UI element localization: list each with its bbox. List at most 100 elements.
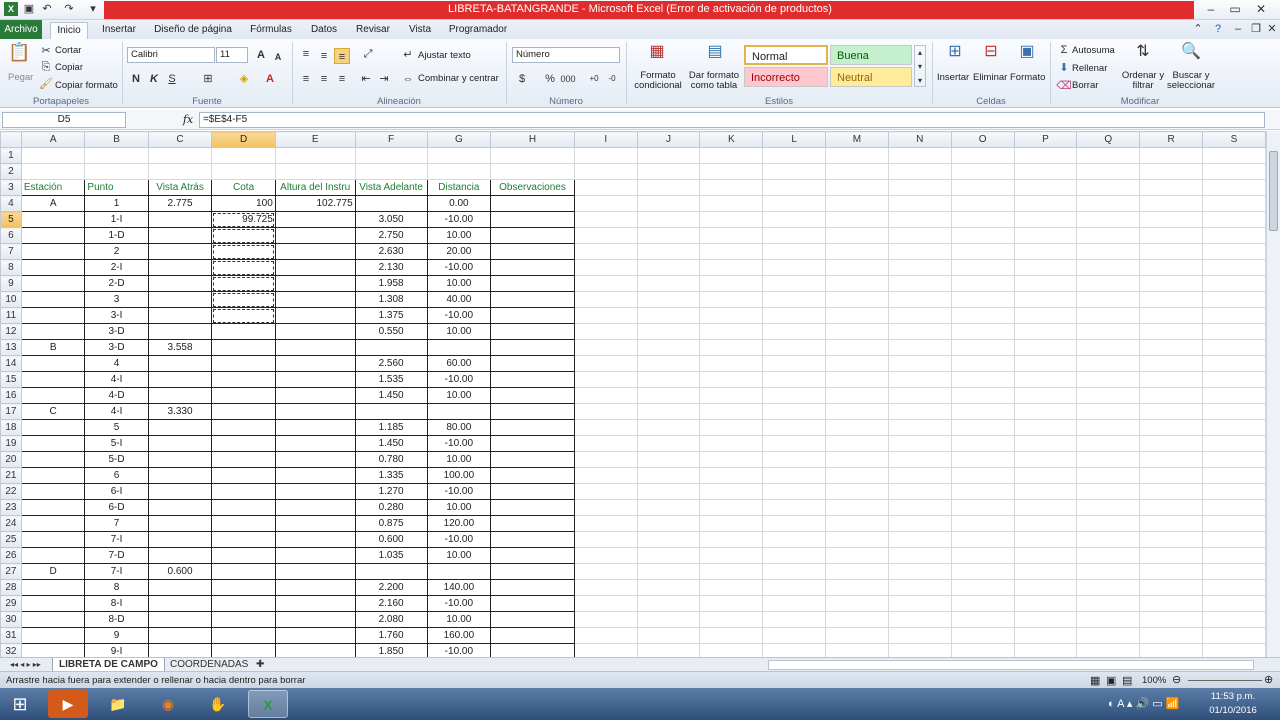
cell[interactable]: 10.00 xyxy=(426,227,492,244)
media-player-icon[interactable]: ▶ xyxy=(48,690,88,718)
cell[interactable] xyxy=(147,435,213,452)
cell[interactable]: 40.00 xyxy=(426,291,492,308)
cell[interactable]: 7-D xyxy=(84,547,149,564)
cell[interactable] xyxy=(20,147,86,164)
cell[interactable] xyxy=(825,195,889,212)
cell[interactable] xyxy=(887,499,952,516)
row-header[interactable]: 10 xyxy=(0,291,22,308)
tab-revisar[interactable]: Revisar xyxy=(350,22,396,39)
column-header[interactable]: L xyxy=(762,131,826,148)
cell[interactable] xyxy=(762,259,826,276)
styles-more-icon[interactable]: ▴ ▾ ▾ xyxy=(914,45,926,87)
row-header[interactable]: 8 xyxy=(0,259,22,276)
cell[interactable] xyxy=(1076,467,1141,484)
cell[interactable] xyxy=(490,259,575,276)
new-sheet-icon[interactable]: ✚ xyxy=(250,658,270,672)
cell[interactable] xyxy=(490,547,575,564)
cell[interactable] xyxy=(1202,243,1266,260)
cell[interactable]: 4-I xyxy=(84,403,149,420)
cell[interactable] xyxy=(762,291,826,308)
merge-icon[interactable]: ⇔ xyxy=(400,71,416,87)
cell[interactable] xyxy=(636,355,701,372)
cell[interactable] xyxy=(887,435,952,452)
cell[interactable] xyxy=(762,179,826,196)
cell[interactable] xyxy=(274,371,356,388)
cell[interactable] xyxy=(762,323,826,340)
cell[interactable] xyxy=(573,323,638,340)
cell[interactable] xyxy=(1013,579,1078,596)
cell[interactable] xyxy=(573,611,638,628)
cell[interactable] xyxy=(1139,339,1204,356)
cell[interactable]: 1 xyxy=(84,195,149,212)
cell[interactable] xyxy=(825,323,889,340)
cell[interactable]: 2.080 xyxy=(354,611,428,628)
cell[interactable] xyxy=(1202,259,1266,276)
cell[interactable] xyxy=(147,467,213,484)
cell[interactable] xyxy=(1202,371,1266,388)
cell[interactable] xyxy=(426,563,492,580)
orientation-icon[interactable]: ⤢ xyxy=(360,46,376,62)
cell[interactable]: 160.00 xyxy=(426,627,492,644)
cell[interactable]: -10.00 xyxy=(426,259,492,276)
cell[interactable] xyxy=(573,467,638,484)
cell[interactable] xyxy=(1139,627,1204,644)
cell[interactable] xyxy=(887,195,952,212)
cell[interactable] xyxy=(887,243,952,260)
cell[interactable] xyxy=(211,371,276,388)
column-header[interactable]: S xyxy=(1202,131,1266,148)
style-bad[interactable]: Incorrecto xyxy=(744,67,828,87)
cell[interactable] xyxy=(1202,211,1266,228)
scroll-thumb[interactable] xyxy=(1269,151,1278,231)
cell[interactable] xyxy=(699,163,764,180)
row-header[interactable]: 13 xyxy=(0,339,22,356)
cell[interactable] xyxy=(762,275,826,292)
cell[interactable] xyxy=(825,355,889,372)
cell[interactable] xyxy=(1076,611,1141,628)
cell[interactable] xyxy=(1202,627,1266,644)
cell[interactable] xyxy=(887,323,952,340)
cell[interactable]: 10.00 xyxy=(426,451,492,468)
cell[interactable] xyxy=(147,211,213,228)
cell[interactable] xyxy=(490,147,575,164)
cell[interactable] xyxy=(636,307,701,324)
cell[interactable] xyxy=(1202,195,1266,212)
cell[interactable] xyxy=(762,467,826,484)
fill-button[interactable]: Rellenar xyxy=(1072,63,1107,74)
cell[interactable] xyxy=(573,627,638,644)
cell[interactable] xyxy=(1202,451,1266,468)
cell[interactable] xyxy=(211,499,276,516)
cell[interactable] xyxy=(573,307,638,324)
cell[interactable] xyxy=(20,435,86,452)
cell[interactable] xyxy=(762,499,826,516)
align-middle-icon[interactable]: ≡ xyxy=(316,48,332,64)
cell[interactable] xyxy=(1013,291,1078,308)
cell[interactable] xyxy=(1139,547,1204,564)
cell[interactable] xyxy=(211,387,276,404)
cell[interactable] xyxy=(211,275,276,292)
column-header[interactable]: I xyxy=(573,131,638,148)
column-title[interactable]: Vista Adelante xyxy=(354,179,428,196)
cell[interactable] xyxy=(950,275,1015,292)
cell[interactable] xyxy=(147,227,213,244)
cell[interactable] xyxy=(950,547,1015,564)
cell[interactable] xyxy=(887,259,952,276)
cell[interactable] xyxy=(426,339,492,356)
row-header[interactable]: 28 xyxy=(0,579,22,596)
cell[interactable] xyxy=(490,563,575,580)
row-header[interactable]: 9 xyxy=(0,275,22,292)
cell[interactable]: 1.958 xyxy=(354,275,428,292)
cell[interactable] xyxy=(211,595,276,612)
cell[interactable] xyxy=(20,387,86,404)
cell[interactable] xyxy=(1013,515,1078,532)
cell[interactable] xyxy=(1076,323,1141,340)
cell[interactable] xyxy=(274,355,356,372)
cell[interactable] xyxy=(274,419,356,436)
cell[interactable] xyxy=(636,291,701,308)
cell[interactable]: 100 xyxy=(211,195,276,212)
cell[interactable] xyxy=(1139,419,1204,436)
cell[interactable] xyxy=(1076,483,1141,500)
find-select-button[interactable]: Buscar y seleccionar xyxy=(1162,71,1220,91)
cell[interactable]: 1.450 xyxy=(354,435,428,452)
row-header[interactable]: 31 xyxy=(0,627,22,644)
row-header[interactable]: 32 xyxy=(0,643,22,657)
